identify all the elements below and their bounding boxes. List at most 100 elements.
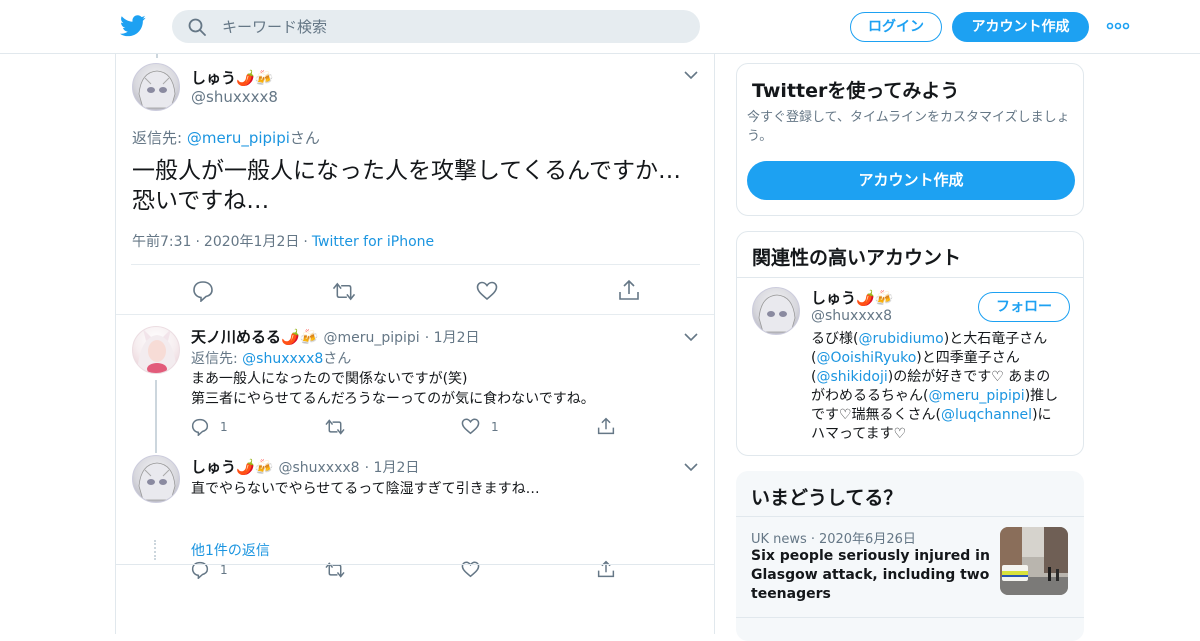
- reply-prefix: 返信先:: [132, 129, 187, 147]
- tweet-metadata: 午前7:31 · 2020年1月2日 · Twitter for iPhone: [132, 234, 435, 250]
- reply-author-handle[interactable]: @meru_pipipi: [323, 330, 419, 346]
- retweet-icon[interactable]: [332, 281, 356, 302]
- tweet-date[interactable]: 2020年1月2日: [204, 234, 299, 250]
- chevron-down-icon[interactable]: [684, 462, 698, 472]
- trend-meta: UK news · 2020年6月26日: [751, 532, 916, 547]
- bio-mention-link[interactable]: @rubidiumo: [858, 331, 943, 347]
- retweet-icon[interactable]: [325, 418, 345, 436]
- reply-text-line: 直でやらないでやらせてるって陰湿すぎて引きますね…: [191, 481, 540, 497]
- reply-author-name[interactable]: しゅう🌶️🍻: [191, 458, 273, 476]
- reply-prefix: 返信先:: [191, 351, 243, 367]
- like-icon[interactable]: [461, 418, 480, 435]
- trend-category: UK news: [751, 532, 807, 547]
- top-bar: ログイン アカウント作成: [0, 0, 1200, 54]
- main-tweet: しゅう🌶️🍻 @shuxxxx8 返信先: @meru_pipipiさん 一般人…: [116, 54, 714, 315]
- reply-text: まあ一般人になったので関係ないですが(笑) 第三者にやらせてるんだろうなーっての…: [191, 369, 595, 409]
- bio-line: (@shikidoji)の絵が好きです♡ あまの: [811, 369, 1051, 385]
- reply-actions: 1 1: [191, 417, 621, 439]
- thread-line: [155, 380, 157, 453]
- chevron-down-icon[interactable]: [684, 332, 698, 342]
- more-options-icon[interactable]: [1106, 16, 1130, 36]
- trend-headline-line: Glasgow attack, including two: [751, 567, 990, 583]
- divider: [737, 277, 1083, 278]
- login-button[interactable]: ログイン: [850, 12, 942, 42]
- trend-thumbnail-image: [1000, 527, 1068, 595]
- avatar[interactable]: [132, 63, 180, 111]
- signup-card-description: 今すぐ登録して、タイムラインをカスタマイズしましょう。: [747, 110, 1070, 144]
- divider: [131, 264, 700, 265]
- reply-date[interactable]: 1月2日: [434, 330, 480, 346]
- bio-line: (@OoishiRyuko)と四季童子さん: [811, 350, 1020, 366]
- reply-suffix: さん: [289, 129, 320, 147]
- related-card-title: 関連性の高いアカウント: [752, 247, 962, 269]
- trend-date: 2020年6月26日: [818, 532, 916, 547]
- avatar-illustration-icon: [758, 294, 796, 333]
- reply-text-line: 第三者にやらせてるんだろうなーってのが気に食わないですね。: [191, 391, 595, 407]
- reply-count: 1: [220, 420, 228, 434]
- like-count: 1: [491, 420, 499, 434]
- search-icon: [188, 18, 206, 36]
- bio-line: るび様(@rubidiumo)と大石竜子さん: [811, 331, 1048, 347]
- reply-header: 天ノ川めるる🌶️🍻 @meru_pipipi · 1月2日: [191, 328, 480, 346]
- reply-count: 1: [220, 563, 228, 577]
- bio-line: ハマってます♡: [811, 426, 907, 442]
- search-box[interactable]: [172, 10, 700, 43]
- related-account-bio: るび様(@rubidiumo)と大石竜子さん (@OoishiRyuko)と四季…: [811, 330, 1081, 444]
- trends-card: いまどうしてる？ UK news · 2020年6月26日 Six people s…: [736, 471, 1084, 641]
- reply-tweet[interactable]: 天ノ川めるる🌶️🍻 @meru_pipipi · 1月2日 返信先: @shux…: [116, 316, 714, 453]
- tweet-text-line: 一般人が一般人になった人を攻撃してくるんですか…: [132, 158, 682, 184]
- timeline-column: しゅう🌶️🍻 @shuxxxx8 返信先: @meru_pipipiさん 一般人…: [115, 54, 715, 634]
- avatar-illustration-icon: [138, 462, 176, 501]
- reply-author-name[interactable]: 天ノ川めるる🌶️🍻: [191, 328, 318, 346]
- reply-icon[interactable]: [192, 280, 214, 302]
- share-icon[interactable]: [618, 279, 640, 301]
- tweet-time[interactable]: 午前7:31: [132, 234, 191, 250]
- share-icon[interactable]: [597, 417, 615, 435]
- tweet-author-name[interactable]: しゅう🌶️🍻: [191, 67, 273, 88]
- tweet-source-link[interactable]: Twitter for iPhone: [312, 234, 434, 250]
- related-accounts-card: 関連性の高いアカウント しゅう🌶️🍻 @shuxxxx8 フォロー るび様(@r…: [736, 231, 1084, 456]
- chevron-down-icon[interactable]: [684, 70, 698, 80]
- avatar[interactable]: [132, 455, 180, 503]
- avatar[interactable]: [752, 287, 800, 335]
- twitter-logo-icon[interactable]: [120, 14, 146, 38]
- more-replies-dots: [154, 540, 158, 560]
- reply-author-handle[interactable]: @shuxxxx8: [278, 460, 359, 476]
- trend-headline-line: teenagers: [751, 586, 831, 602]
- search-input[interactable]: [222, 10, 682, 43]
- signup-button[interactable]: アカウント作成: [952, 12, 1089, 42]
- reply-to-link[interactable]: @shuxxxx8: [242, 351, 323, 367]
- bio-mention-link[interactable]: @OoishiRyuko: [816, 350, 916, 366]
- reply-to-link[interactable]: @meru_pipipi: [187, 129, 290, 147]
- share-icon[interactable]: [597, 560, 615, 578]
- trends-card-title: いまどうしてる？: [751, 487, 903, 509]
- bio-line: がわめるるちゃん(@meru_pipipi)推し: [811, 388, 1059, 404]
- reply-suffix: さん: [323, 351, 352, 367]
- tweet-author-handle[interactable]: @shuxxxx8: [191, 88, 278, 106]
- trend-headline: Six people seriously injured in Glasgow …: [751, 547, 991, 604]
- reply-text-line: まあ一般人になったので関係ないですが(笑): [191, 371, 468, 387]
- bio-mention-link[interactable]: @luqchannel: [941, 407, 1032, 423]
- bio-mention-link[interactable]: @meru_pipipi: [928, 388, 1024, 404]
- more-replies-link[interactable]: 他1件の返信: [191, 540, 270, 560]
- avatar-illustration-icon: [138, 70, 176, 109]
- reply-context: 返信先: @meru_pipipiさん: [132, 127, 320, 148]
- divider: [116, 564, 714, 565]
- trend-item[interactable]: UK news · 2020年6月26日 Six people seriously …: [736, 517, 1084, 617]
- like-icon[interactable]: [476, 281, 498, 301]
- bio-line: です♡瑞無るくさん(@luqchannel)に: [811, 407, 1052, 423]
- related-account-name[interactable]: しゅう🌶️🍻: [811, 287, 893, 308]
- reply-header: しゅう🌶️🍻 @shuxxxx8 · 1月2日: [191, 458, 420, 476]
- reply-icon[interactable]: [191, 418, 209, 436]
- signup-card-title: Twitterを使ってみよう: [752, 80, 960, 102]
- avatar[interactable]: [132, 326, 180, 374]
- reply-context: 返信先: @shuxxxx8さん: [191, 348, 351, 368]
- bio-mention-link[interactable]: @shikidoji: [816, 369, 887, 385]
- avatar-illustration-icon: [137, 329, 177, 373]
- follow-button[interactable]: フォロー: [978, 292, 1070, 322]
- trend-headline-line: Six people seriously injured in: [751, 548, 990, 564]
- reply-date[interactable]: 1月2日: [374, 460, 420, 476]
- divider: [736, 617, 1084, 618]
- related-account-handle[interactable]: @shuxxxx8: [811, 308, 892, 324]
- signup-card-button[interactable]: アカウント作成: [747, 161, 1075, 200]
